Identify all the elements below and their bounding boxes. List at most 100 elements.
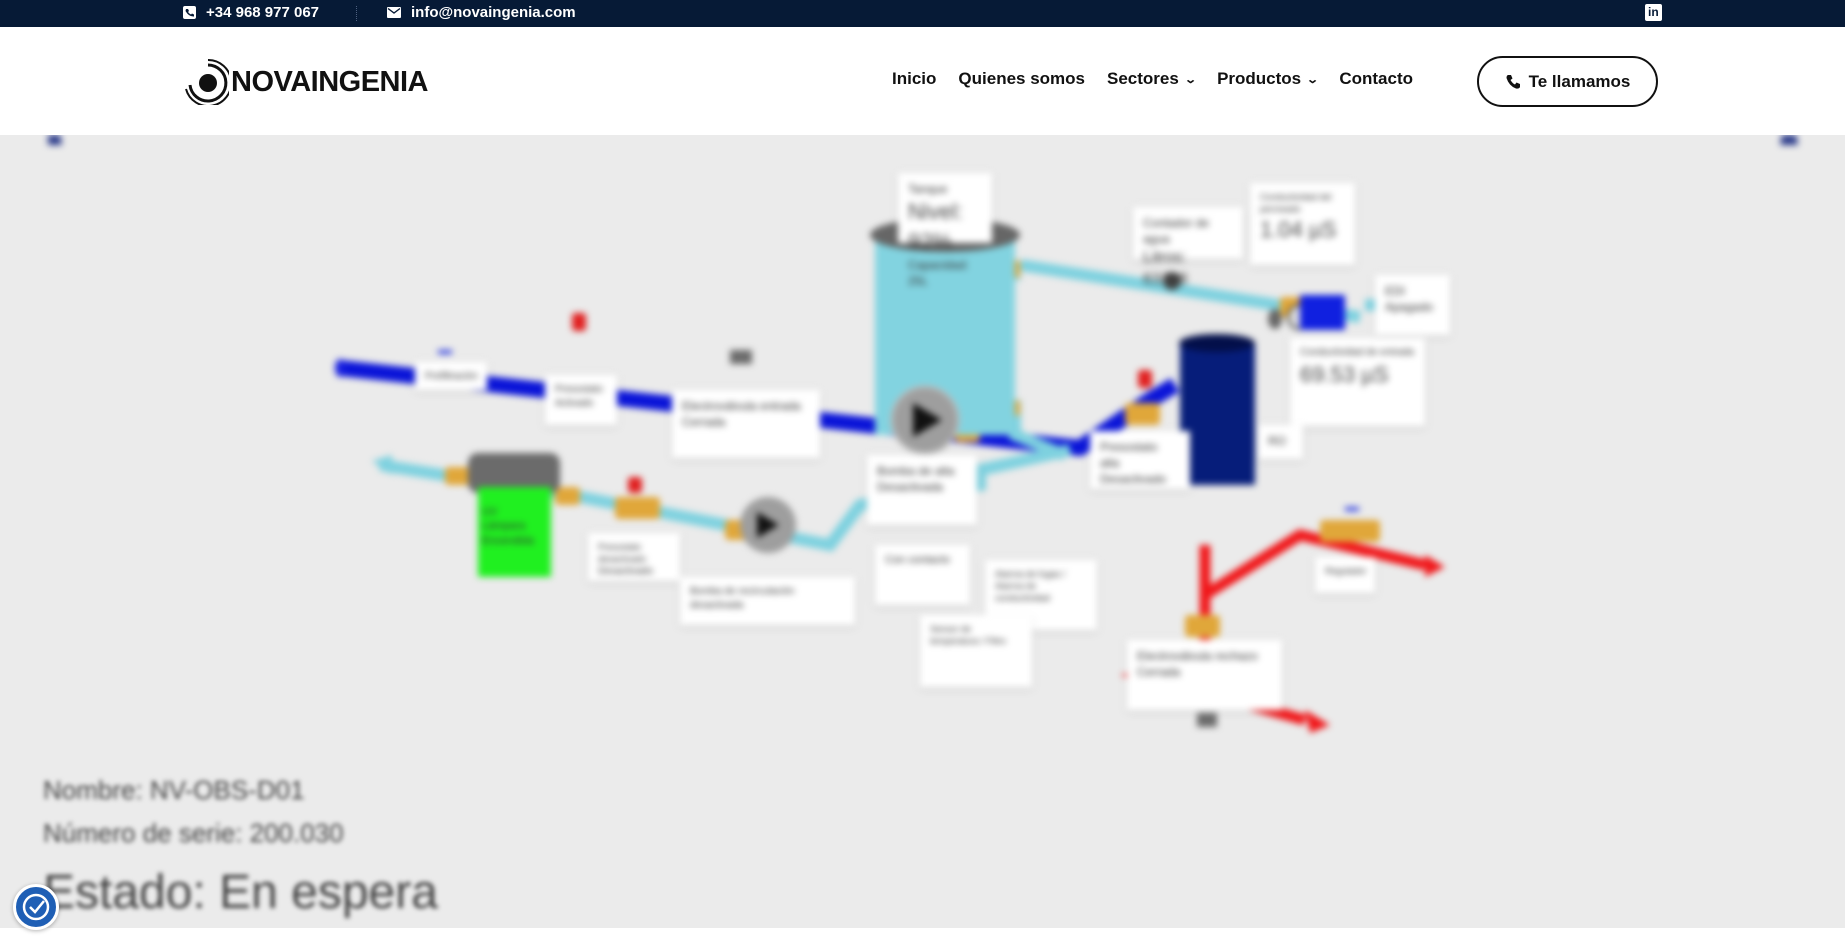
low-pressure-switch-status: Desactivado [598,566,654,578]
call-me-button[interactable]: Te llamamos [1477,56,1658,107]
pressure-indicator-icon [628,477,642,493]
chevron-down-icon: ⌄ [1306,73,1320,86]
alarm-label: Alarma de fugas / Alarma de conductivida… [995,569,1066,604]
pipe-inlet [335,359,345,377]
permeate-conductivity-title: Conductividad del permeado [1260,192,1332,215]
sensor-card: Sensor de temperatura / Filtro [920,615,1032,687]
high-pressure-switch-title: Presostato alta [1100,440,1158,471]
topbar-divider [356,6,357,21]
pressure-switch-title: Presostato [555,384,603,395]
flow-indicator-icon [438,350,452,354]
nav-label: Productos [1217,69,1302,88]
tank-level: Nivel: 92% [908,199,964,254]
pressure-indicator-icon [1138,370,1152,388]
prefilter-card: Prefiltración [415,362,487,390]
high-pressure-switch-card: Presostato alta Desactivado [1090,431,1190,489]
edi-sensor-icon [1268,309,1282,329]
nav-sectores[interactable]: Sectores ⌄ [1107,69,1197,89]
solenoid-icon [1197,713,1217,727]
pump-status: Desactivada [877,480,944,495]
low-pressure-switch-card: Presostato desactivado Desactivado [588,533,680,581]
chevron-down-icon: ⌄ [1184,73,1197,86]
regulator-card: Regulador [1315,557,1375,593]
inlet-conductivity-title: Conductividad de entrada [1300,347,1414,358]
concentrate-arrow-icon [1425,555,1445,577]
regulator-label: Regulador [1325,566,1367,576]
site-logo[interactable]: NOVAINGENIA [183,59,428,105]
uv-lamp-label: UV Lámpara Encendida [482,505,548,548]
edi-status: Apagado [1385,300,1434,315]
contact-label: Con contacto [885,554,950,566]
tank-card: Tanque Nivel: 92% Capacidad: 25L [898,173,992,288]
inlet-valve-status: Cerrada [682,415,726,430]
water-meter-title: Contador de agua [1143,216,1210,247]
machine-status: Estado: En espera [43,866,438,919]
high-pressure-switch-status: Desactivado [1100,472,1167,487]
pressure-indicator-icon [572,313,586,331]
edi-title: EDI [1385,284,1406,298]
water-meter-liters: Litros: 63108 [1143,249,1188,288]
permeate-conductivity-value: 1.04 µS [1260,217,1337,243]
call-me-label: Te llamamos [1528,71,1631,91]
reject-valve-card: Electroválvula rechazo Cerrada [1127,640,1282,710]
reject-arrow-icon [1305,710,1330,733]
edi-card: EDI Apagado [1375,275,1450,335]
nav-label: Quienes somos [958,69,1086,88]
phone-icon [1506,74,1520,89]
site-header: NOVAINGENIA Inicio Quienes somos Sectore… [0,27,1845,135]
solenoid-icon [730,350,752,364]
uv-title: UV [482,506,498,518]
scada-canvas: Tanque Nivel: 92% Capacidad: 25L Contado… [0,135,1845,928]
nav-label: Contacto [1339,69,1414,88]
uv-subtitle: Lámpara [482,520,526,533]
machine-name: Nombre: NV-OBS-D01 [43,775,305,805]
nav-quienes-somos[interactable]: Quienes somos [958,69,1085,89]
inlet-conductivity-card: Conductividad de entrada 69.53 µS [1290,338,1425,426]
phone-contact[interactable]: +34 968 977 067 [183,4,319,21]
phone-number: +34 968 977 067 [206,4,320,21]
low-pressure-switch-title: Presostato desactivado [598,542,647,565]
nav-productos[interactable]: Productos ⌄ [1217,69,1320,89]
main-nav: Inicio Quienes somos Sectores ⌄ Productos… [892,69,1413,89]
envelope-icon [387,7,401,18]
ro-label: RO [1268,434,1286,448]
nav-label: Inicio [892,69,937,88]
page-bottom-strip [0,928,1845,943]
reject-valve-title: Electroválvula rechazo [1137,649,1258,663]
email-contact[interactable]: info@novaingenia.com [387,4,576,21]
recirculation-pump-label: Bomba de recirculación desactivada [690,586,795,611]
nav-inicio[interactable]: Inicio [892,69,936,89]
pressure-switch-card: Presostato Activado [545,375,617,425]
ro-label-card: RO [1258,425,1303,459]
pump-card: Bomba de alta Desactivada [867,455,977,525]
inlet-conductivity-value: 69.53 µS [1300,361,1389,387]
top-bar: +34 968 977 067 info@novaingenia.com in [0,0,1845,27]
inlet-valve-card: Electroválvula entrada Cerrada [672,390,820,458]
corner-marker-icon [1780,135,1798,145]
linkedin-icon[interactable]: in [1645,4,1662,21]
pump-title: Bomba de alta [877,464,955,478]
tank-card-title: Tanque [908,182,948,196]
ro-membrane-vessel [1180,343,1255,485]
accessibility-icon [22,893,50,921]
inlet-valve-title: Electroválvula entrada [682,399,801,413]
nav-contacto[interactable]: Contacto [1339,69,1413,89]
reject-valve-status: Cerrada [1137,665,1181,680]
email-address: info@novaingenia.com [411,4,576,21]
water-treatment-diagram: Tanque Nivel: 92% Capacidad: 25L Contado… [0,135,1845,928]
uv-status: Encendida [482,534,534,547]
phone-icon [183,6,196,19]
corner-marker-icon [48,135,62,145]
water-meter-card: Contador de agua Litros: 63108 [1133,207,1243,288]
recirculation-pump-card: Bomba de recirculación desactivada [680,577,855,625]
flow-indicator-icon [1345,507,1359,511]
accessibility-button[interactable] [13,884,59,930]
machine-serial: Número de serie: 200.030 [43,818,344,848]
nav-label: Sectores [1107,69,1179,88]
edi-module [1300,295,1345,330]
sensor-label: Sensor de temperatura / Filtro [930,624,1007,647]
logo-text: NOVAINGENIA [231,65,428,98]
contact-card: Con contacto [875,545,970,605]
prefilter-label: Prefiltración [425,371,478,382]
permeate-conductivity-card: Conductividad del permeado 1.04 µS [1250,183,1355,265]
